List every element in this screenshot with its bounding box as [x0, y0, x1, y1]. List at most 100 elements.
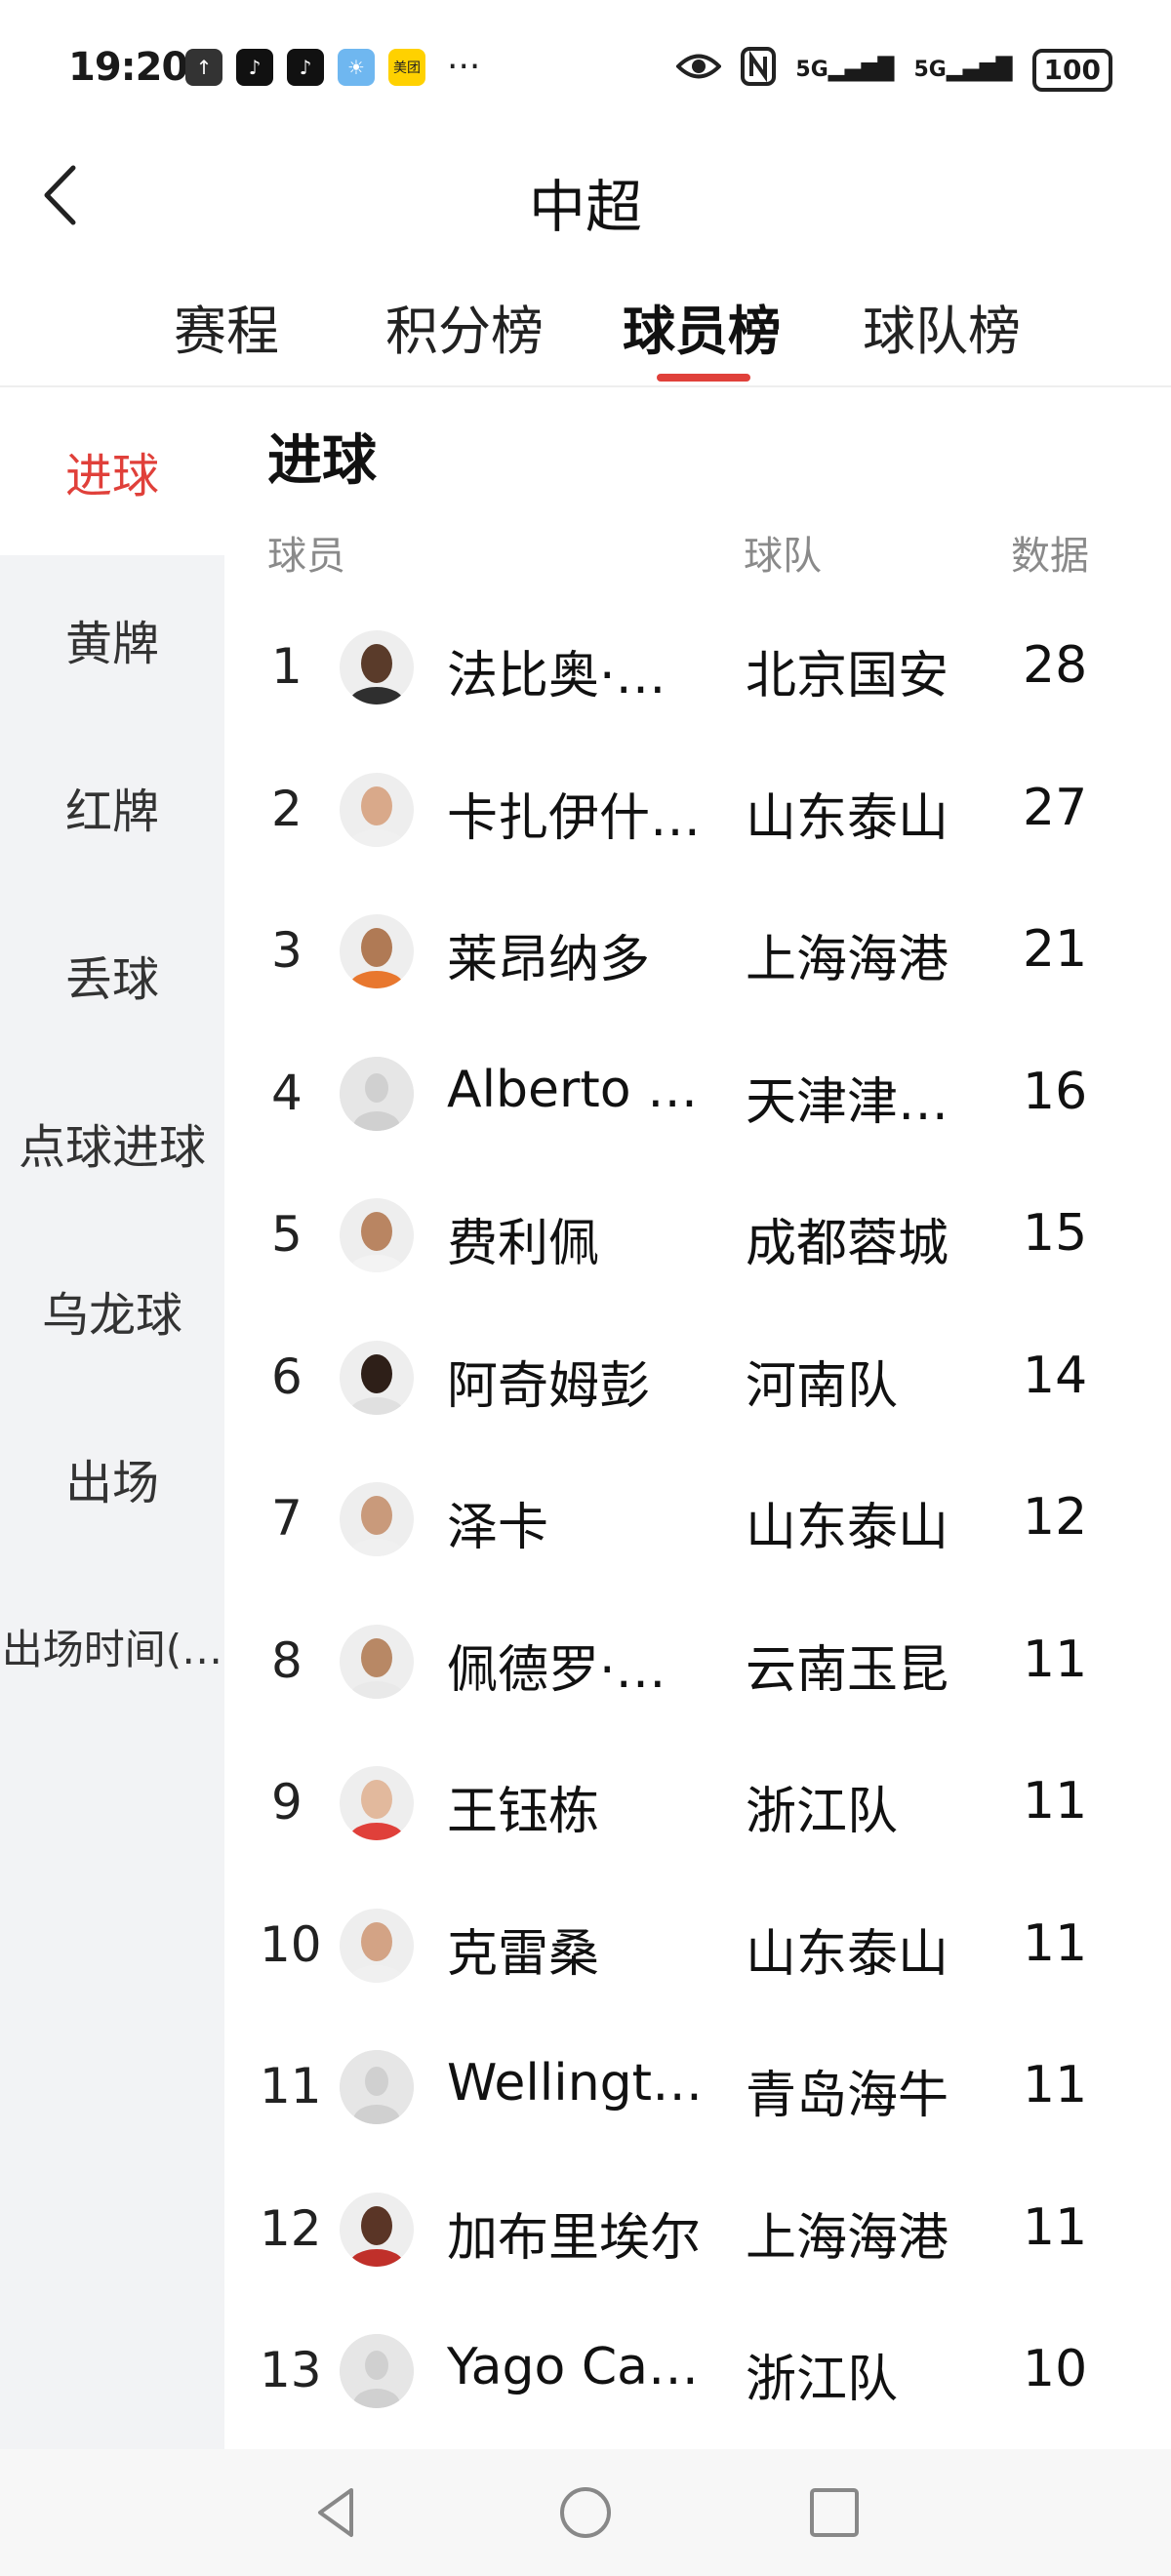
player-row[interactable]: 4 Alberto Qu… 天津津门… 16	[224, 1024, 1171, 1167]
upload-app-icon: ↑	[185, 49, 222, 86]
goal-count: 21	[1023, 920, 1088, 979]
player-rank: 9	[271, 1774, 303, 1831]
player-rank: 11	[260, 2058, 322, 2114]
player-rank: 7	[271, 1490, 303, 1547]
player-team: 山东泰山	[746, 788, 949, 848]
sidebar-item-appearances[interactable]: 出场	[0, 1394, 224, 1562]
player-team: 青岛海牛	[746, 2067, 949, 2125]
circle-home-icon	[560, 2487, 611, 2538]
sidebar-item-minutes-played[interactable]: 出场时间(…	[0, 1562, 224, 1730]
sidebar-item-red-cards[interactable]: 红牌	[0, 723, 224, 891]
player-row[interactable]: 9 王钰栋 浙江队 11	[224, 1733, 1171, 1876]
player-row[interactable]: 13 Yago Cariel… 浙江队 10	[224, 2301, 1171, 2444]
section-title: 进球	[267, 429, 377, 493]
placeholder-avatar-icon	[340, 2050, 414, 2124]
goal-count: 15	[1023, 1204, 1088, 1263]
player-avatar	[340, 2192, 414, 2267]
column-header-data: 数据	[1011, 534, 1089, 579]
player-row[interactable]: 12 加布里埃尔 上海海港 11	[224, 2159, 1171, 2303]
eye-icon	[675, 52, 723, 88]
player-row[interactable]: 8 佩德罗·恩… 云南玉昆 11	[224, 1591, 1171, 1735]
nfc-icon	[741, 47, 777, 93]
active-tab-indicator	[657, 374, 750, 382]
player-name: Yago Cariel…	[447, 2338, 712, 2396]
nav-home-button[interactable]	[551, 2478, 620, 2547]
nav-recents-button[interactable]	[800, 2478, 868, 2547]
stat-category-sidebar: 进球 黄牌 红牌 丢球 点球进球 乌龙球 出场 出场时间(…	[0, 387, 224, 2449]
sidebar-item-goals-conceded[interactable]: 丢球	[0, 891, 224, 1059]
tab-schedule[interactable]: 赛程	[174, 288, 279, 365]
player-name: 泽卡	[447, 1499, 549, 1557]
player-name: Wellington…	[447, 2054, 712, 2113]
tiktok-app-icon-2: ♪	[287, 49, 324, 86]
goal-count: 12	[1023, 1488, 1088, 1547]
player-avatar	[340, 1482, 414, 1556]
goal-count: 16	[1023, 1062, 1088, 1121]
nav-back-button[interactable]	[303, 2478, 371, 2547]
player-rank: 5	[271, 1206, 303, 1263]
player-name: 莱昂纳多	[447, 931, 651, 989]
sidebar-item-own-goals[interactable]: 乌龙球	[0, 1227, 224, 1394]
player-name: Alberto Qu…	[447, 1060, 712, 1119]
goal-count: 10	[1023, 2340, 1088, 2398]
player-team: 云南玉昆	[746, 1640, 949, 1700]
player-ranking-list: 进球 球员 球队 数据 1 法比奥·阿… 北京国安 28 2 卡扎伊什维… 山东泰山 27 3 莱…	[224, 387, 1171, 2449]
player-rank: 1	[271, 638, 303, 695]
player-rank: 12	[260, 2199, 322, 2257]
system-nav-bar	[0, 2449, 1171, 2576]
player-rank: 10	[260, 1915, 322, 1973]
player-name: 阿奇姆彭	[447, 1356, 651, 1416]
status-indicators: 5G▂▄▆█ 5G▂▄▆█ 100	[675, 47, 1112, 93]
player-team: 北京国安	[746, 647, 949, 705]
goal-count: 27	[1023, 778, 1088, 837]
player-row[interactable]: 5 费利佩 成都蓉城 15	[224, 1165, 1171, 1308]
player-row[interactable]: 1 法比奥·阿… 北京国安 28	[224, 597, 1171, 741]
player-rank: 8	[271, 1631, 303, 1689]
meituan-app-icon: 美团	[388, 49, 425, 86]
player-row[interactable]: 10 克雷桑 山东泰山 11	[224, 1875, 1171, 2019]
player-team: 河南队	[746, 1356, 899, 1416]
player-avatar	[340, 914, 414, 988]
player-team: 上海海港	[746, 931, 949, 989]
player-row[interactable]: 3 莱昂纳多 上海海港 21	[224, 881, 1171, 1025]
goal-count: 11	[1023, 1772, 1088, 1831]
player-name: 卡扎伊什维…	[447, 788, 712, 848]
column-header-player: 球员	[267, 534, 345, 579]
player-team: 浙江队	[746, 1783, 899, 1841]
player-avatar	[340, 1198, 414, 1272]
sidebar-item-yellow-cards[interactable]: 黄牌	[0, 555, 224, 723]
player-name: 王钰栋	[447, 1783, 600, 1841]
goal-count: 11	[1023, 2056, 1088, 2114]
player-team: 天津津门…	[746, 1072, 980, 1132]
column-header-team: 球队	[744, 534, 822, 579]
player-team: 上海海港	[746, 2208, 949, 2268]
tiktok-app-icon: ♪	[236, 49, 273, 86]
sidebar-item-goals[interactable]: 进球	[0, 387, 224, 555]
player-row[interactable]: 6 阿奇姆彭 河南队 14	[224, 1308, 1171, 1451]
placeholder-avatar-icon	[340, 1056, 414, 1131]
signal-5g-icon: 5G▂▄▆█	[795, 58, 895, 82]
status-bar: 19:20 ↑ ♪ ♪ ☀ 美团 ··· 5G▂▄▆█ 5G▂▄▆█ 100	[0, 0, 1171, 137]
player-avatar	[340, 630, 414, 704]
tab-team-rankings[interactable]: 球队榜	[863, 288, 1021, 365]
player-row[interactable]: 2 卡扎伊什维… 山东泰山 27	[224, 740, 1171, 883]
player-rank: 4	[271, 1064, 303, 1121]
player-row[interactable]: 7 泽卡 山东泰山 12	[224, 1449, 1171, 1592]
player-avatar	[340, 1624, 414, 1699]
tab-player-rankings[interactable]: 球员榜	[623, 288, 781, 365]
goal-count: 11	[1023, 2197, 1088, 2257]
player-name: 加布里埃尔	[447, 2208, 702, 2268]
status-time: 19:20	[68, 45, 188, 90]
sidebar-item-penalty-goals[interactable]: 点球进球	[0, 1059, 224, 1227]
player-team: 山东泰山	[746, 1924, 949, 1984]
tab-bar: 赛程 积分榜 球员榜 球队榜	[0, 268, 1171, 387]
player-avatar	[340, 772, 414, 847]
tab-standings[interactable]: 积分榜	[385, 288, 544, 365]
player-row[interactable]: 11 Wellington… 青岛海牛 11	[224, 2017, 1171, 2160]
player-rank: 2	[271, 780, 303, 837]
player-rank: 3	[271, 922, 303, 979]
goal-count: 11	[1023, 1630, 1088, 1689]
player-avatar	[340, 1340, 414, 1415]
player-team: 成都蓉城	[746, 1215, 949, 1273]
player-name: 佩德罗·恩…	[447, 1640, 712, 1700]
